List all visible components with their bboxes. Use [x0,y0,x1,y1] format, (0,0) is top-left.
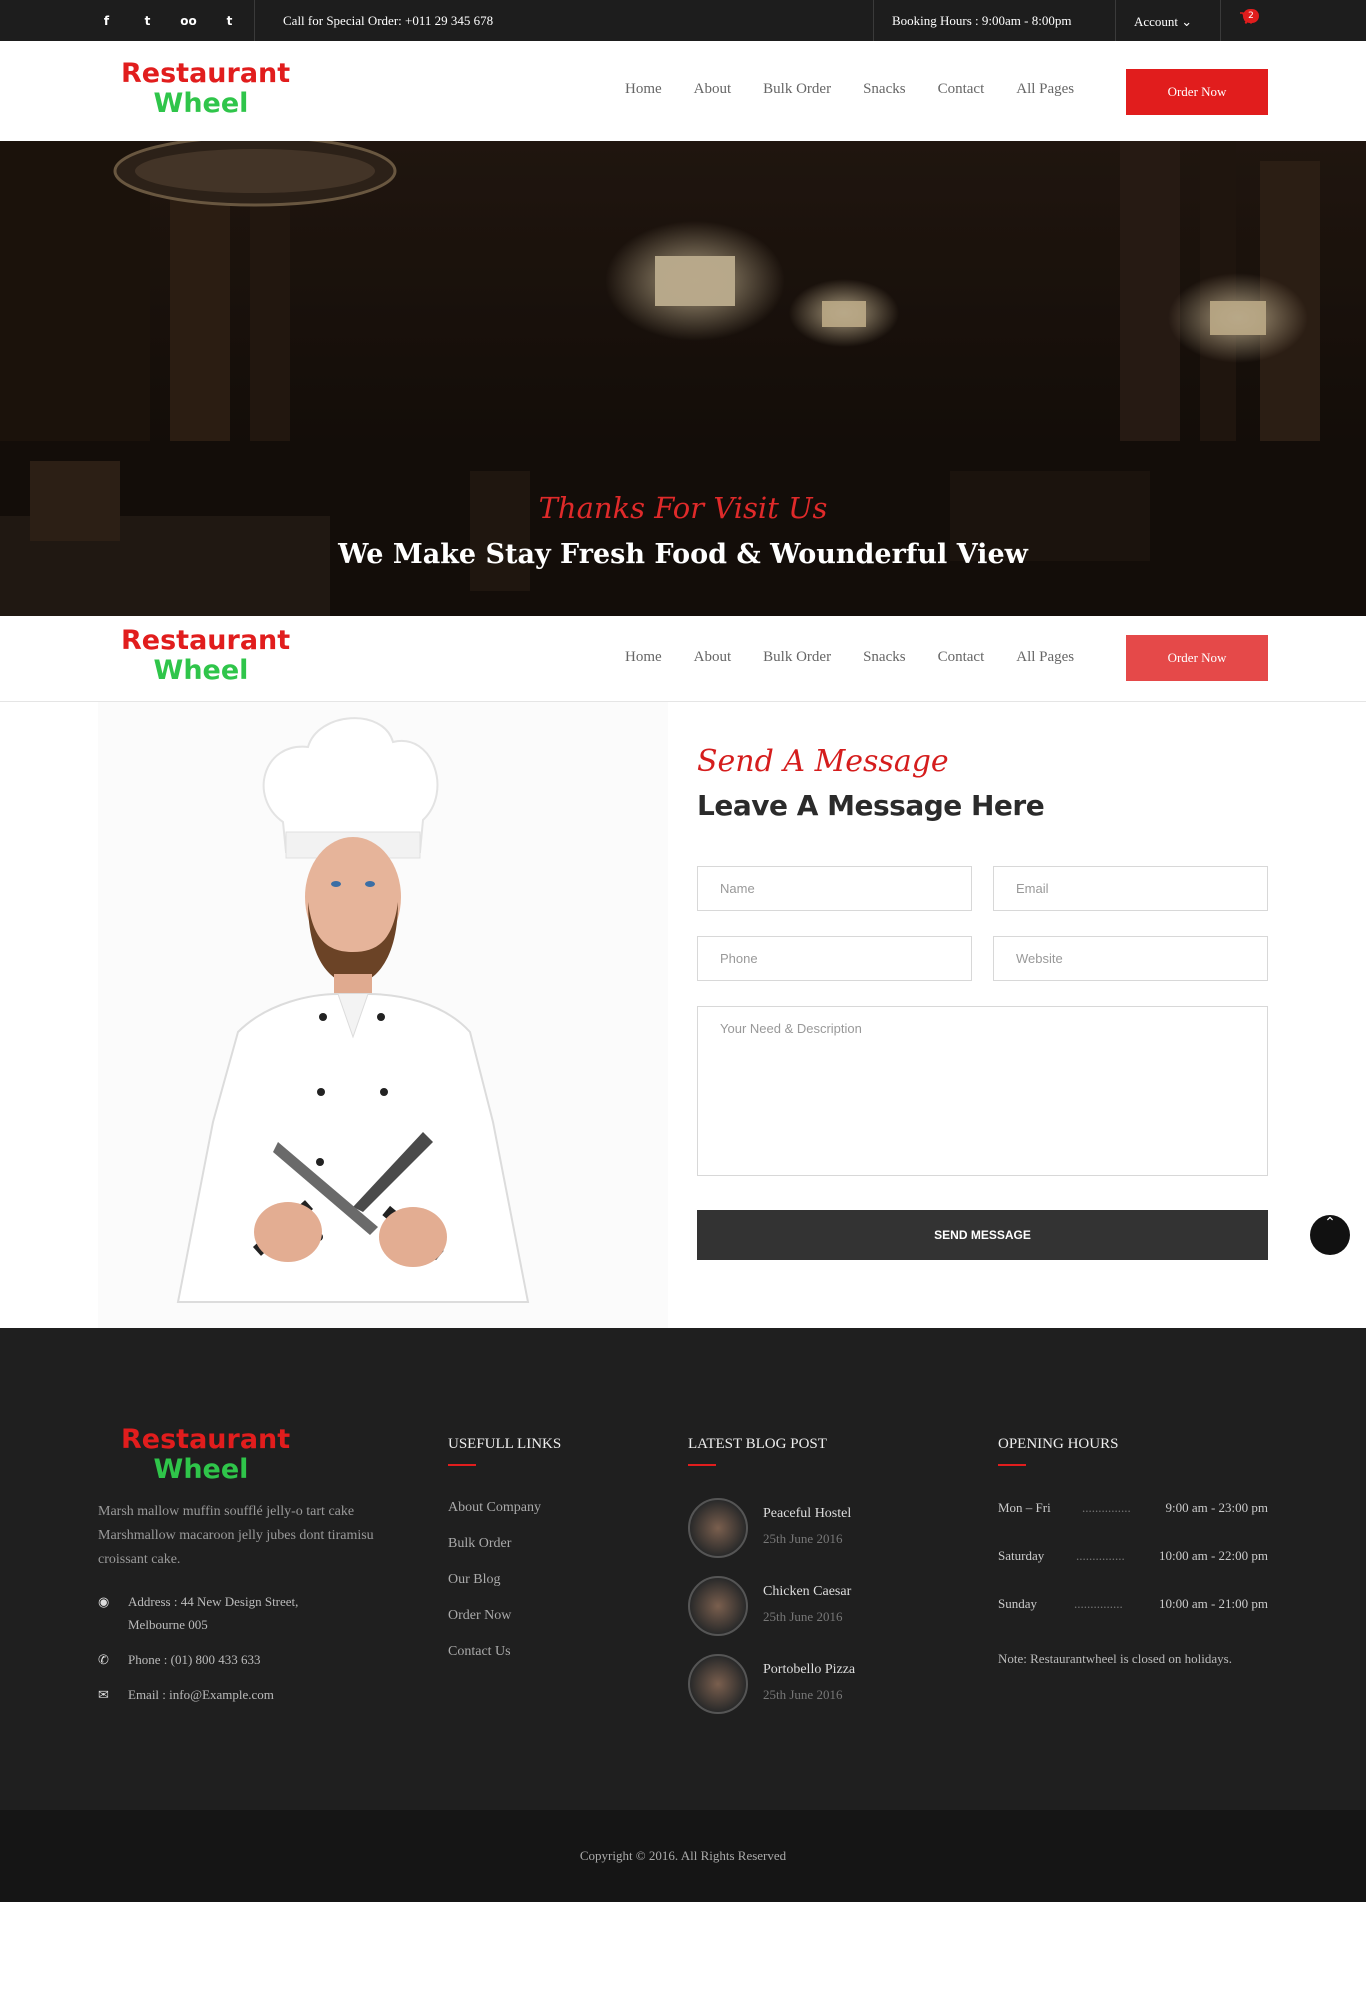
order-now-button[interactable]: Order Now [1126,69,1268,115]
main-nav: Home About Bulk Order Snacks Contact All… [625,81,1106,98]
top-bar: f t oo t Call for Special Order: +011 29… [0,0,1366,41]
copyright-text: Copyright © 2016. All Rights Reserved [579,1848,787,1863]
hero-headline: We Make Stay Fresh Food & Wounderful Vie… [338,539,1028,570]
special-order-phone: Call for Special Order: +011 29 345 678 [283,13,494,28]
holiday-note: Note: Restaurantwheel is closed on holid… [998,1651,1232,1666]
booking-hours: Booking Hours : 9:00am - 8:00pm [892,13,1072,28]
blog-post-date: 25th June 2016 [763,1687,843,1702]
scroll-to-top-icon[interactable]: ⌃ [1310,1215,1350,1255]
nav-contact[interactable]: Contact [938,81,985,98]
hero-banner: Thanks For Visit Us We Make Stay Fresh F… [0,141,1366,616]
hours-day: Mon – Fri [998,1500,1051,1515]
hero-script-title: Thanks For Visit Us [538,491,828,525]
account-dropdown[interactable]: Account ⌄ [1134,14,1192,30]
hours-time: 9:00 am - 23:00 pm [1165,1500,1268,1515]
phone-field[interactable]: Phone [697,936,972,981]
blog-post-date: 25th June 2016 [763,1609,843,1624]
hours-day: Sunday [998,1596,1037,1611]
nav-home[interactable]: Home [625,649,662,666]
name-field[interactable]: Name [697,866,972,911]
blog-post-title[interactable]: Chicken Caesar [763,1584,851,1600]
blog-heading: LATEST BLOG POST [688,1436,827,1466]
email-icon: ✉ [98,1687,109,1702]
blog-post-date: 25th June 2016 [763,1531,843,1546]
email-field[interactable]: Email [993,866,1268,911]
footer-link-blog[interactable]: Our Blog [448,1572,501,1588]
nav-about[interactable]: About [694,649,732,666]
social-links: f t oo t [86,0,250,41]
chef-illustration [98,702,668,1328]
footer: Restaurant Wheel Marsh mallow muffin sou… [0,1328,1366,1810]
website-field[interactable]: Website [993,936,1268,981]
footer-link-bulk-order[interactable]: Bulk Order [448,1536,511,1552]
footer-phone: ✆ Phone : (01) 800 433 633 [98,1648,261,1671]
chef-image [98,702,668,1328]
footer-phone-text: Phone : (01) 800 433 633 [128,1652,261,1667]
site-logo[interactable]: Restaurant Wheel [121,58,291,119]
twitter-icon[interactable]: t [127,14,168,28]
footer-email-text[interactable]: Email : info@Example.com [128,1683,274,1706]
address-line1: Address : 44 New Design Street, [128,1594,299,1609]
hours-time: 10:00 am - 21:00 pm [1158,1596,1268,1611]
blog-thumbnail [688,1654,748,1714]
links-heading: USEFULL LINKS [448,1436,562,1466]
tumblr-icon[interactable]: t [209,14,250,28]
logo-line2: Wheel [153,1454,249,1485]
footer-email: ✉ Email : info@Example.com [98,1683,274,1706]
footer-link-about[interactable]: About Company [448,1500,541,1516]
logo-line1: Restaurant [121,1424,291,1455]
address-line2: Melbourne 005 [128,1617,208,1632]
footer-description: Marsh mallow muffin soufflé jelly-o tart… [98,1504,374,1567]
nav-snacks[interactable]: Snacks [863,649,906,666]
order-now-button[interactable]: Order Now [1126,635,1268,681]
copyright-bar: Copyright © 2016. All Rights Reserved [0,1810,1366,1902]
cart-count-badge: 2 [1243,9,1259,23]
sticky-header: Restaurant Wheel Home About Bulk Order S… [0,616,1366,702]
hours-time: 10:00 am - 22:00 pm [1158,1548,1268,1563]
hours-dots: ............... [1074,1596,1123,1611]
divider [1220,0,1221,41]
hours-day: Saturday [998,1548,1045,1563]
footer-link-order-now[interactable]: Order Now [448,1608,511,1624]
facebook-icon[interactable]: f [86,14,127,28]
divider [1115,0,1116,41]
logo-line2: Wheel [153,88,249,119]
send-message-button[interactable]: SEND MESSAGE [697,1210,1268,1260]
blog-thumbnail [688,1498,748,1558]
nav-contact[interactable]: Contact [938,649,985,666]
footer-address: ◉ Address : 44 New Design Street, Melbou… [98,1590,298,1636]
hours-dots: ............... [1076,1548,1125,1563]
hours-dots: ............... [1082,1500,1131,1515]
blog-post-title[interactable]: Peaceful Hostel [763,1506,851,1522]
footer-link-contact[interactable]: Contact Us [448,1644,511,1660]
nav-snacks[interactable]: Snacks [863,81,906,98]
footer-logo[interactable]: Restaurant Wheel [121,1424,291,1485]
tripadvisor-icon[interactable]: oo [168,14,209,28]
main-header: Restaurant Wheel Home About Bulk Order S… [0,41,1366,141]
nav-bulk-order[interactable]: Bulk Order [763,81,831,98]
map-pin-icon: ◉ [98,1594,110,1609]
logo-line2: Wheel [153,655,249,686]
description-field[interactable]: Your Need & Description [697,1006,1268,1176]
nav-home[interactable]: Home [625,81,662,98]
logo-line1: Restaurant [121,58,291,89]
contact-script-title: Send A Message [697,744,949,779]
blog-post-title[interactable]: Portobello Pizza [763,1662,855,1678]
phone-icon: ✆ [98,1652,109,1667]
nav-all-pages[interactable]: All Pages [1016,81,1074,98]
hours-heading: OPENING HOURS [998,1436,1119,1466]
logo-line1: Restaurant [121,625,291,656]
contact-title: Leave A Message Here [697,789,1045,822]
divider [254,0,255,41]
main-nav: Home About Bulk Order Snacks Contact All… [625,649,1106,666]
site-logo[interactable]: Restaurant Wheel [121,625,291,686]
blog-thumbnail [688,1576,748,1636]
nav-about[interactable]: About [694,81,732,98]
nav-all-pages[interactable]: All Pages [1016,649,1074,666]
nav-bulk-order[interactable]: Bulk Order [763,649,831,666]
divider [873,0,874,41]
